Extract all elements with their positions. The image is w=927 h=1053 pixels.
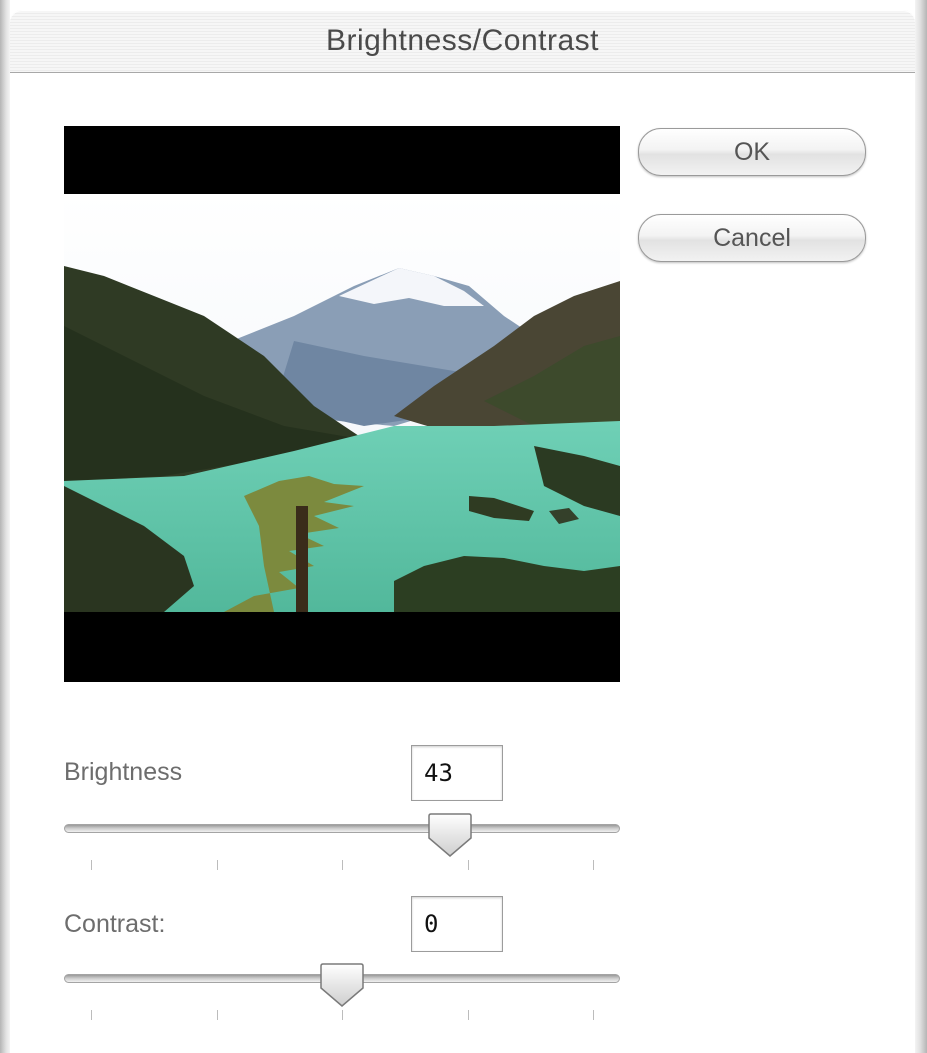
brightness-label: Brightness [64, 758, 183, 786]
slider-tick [467, 860, 469, 870]
slider-tick [91, 1010, 92, 1020]
ok-button[interactable]: OK [638, 128, 866, 176]
title-bar[interactable]: Brightness/Contrast [10, 10, 915, 73]
brightness-contrast-dialog: Brightness/Contrast OK Cancel Brightness… [0, 0, 927, 1053]
slider-thumb[interactable] [427, 812, 473, 858]
slider-thumb[interactable] [319, 962, 365, 1008]
contrast-value-field[interactable]: 0 [411, 896, 503, 952]
brightness-slider[interactable] [64, 812, 620, 882]
slider-tick [593, 860, 594, 870]
cancel-button[interactable]: Cancel [638, 214, 866, 262]
contrast-label: Contrast: [64, 910, 166, 938]
slider-track[interactable] [64, 824, 620, 833]
image-preview [64, 126, 620, 682]
slider-tick [467, 1010, 469, 1020]
window-edge-right [915, 0, 927, 1053]
window-title: Brightness/Contrast [326, 24, 599, 57]
slider-tick [593, 1010, 594, 1020]
brightness-value-field[interactable]: 43 [411, 745, 503, 801]
slider-tick [91, 860, 92, 870]
slider-tick [216, 1010, 218, 1020]
landscape-preview-image [64, 126, 620, 682]
window-edge-left [0, 0, 10, 1053]
slider-tick [216, 860, 218, 870]
slider-tick [342, 1010, 343, 1020]
slider-tick [342, 860, 343, 870]
contrast-slider[interactable] [64, 962, 620, 1032]
